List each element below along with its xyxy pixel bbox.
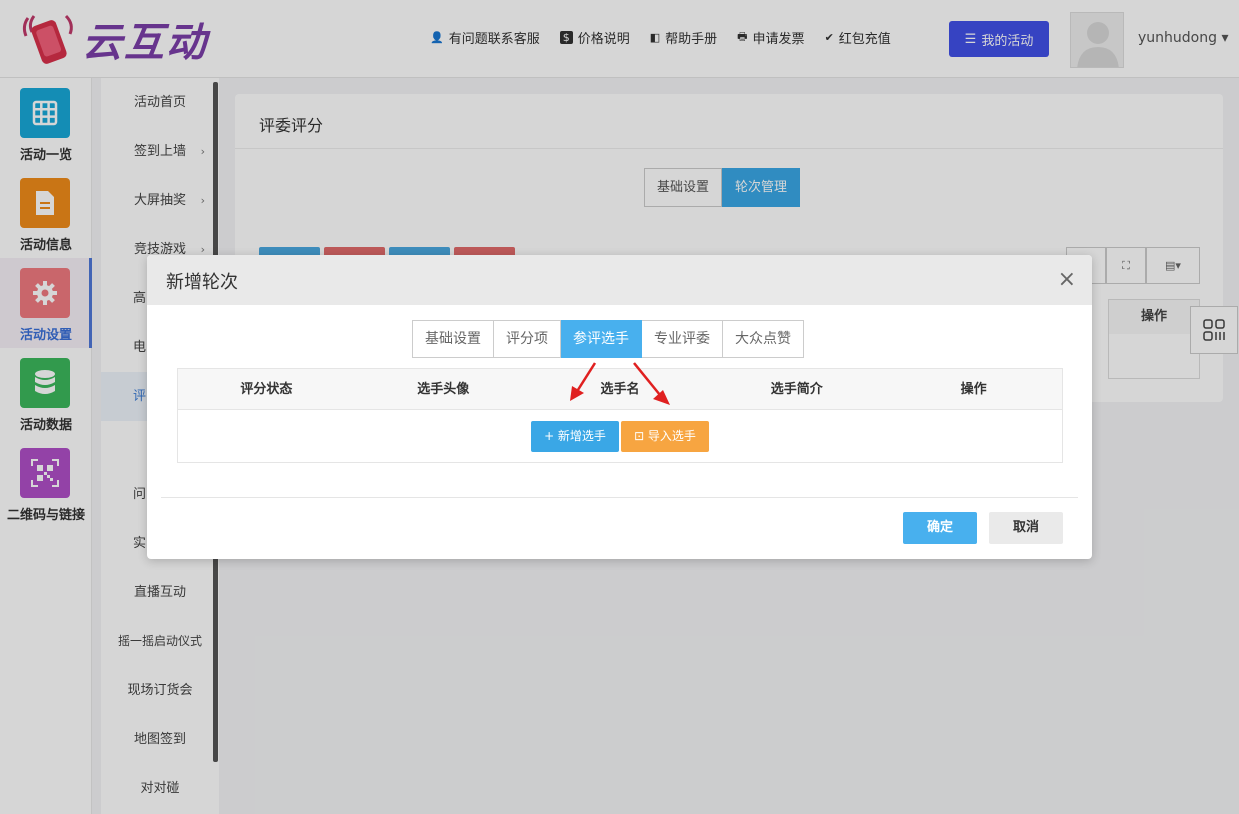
close-icon[interactable]: ×: [1058, 267, 1076, 292]
column-header: 评分状态: [240, 382, 293, 397]
modal-header: 新增轮次 ×: [147, 255, 1092, 305]
column-header: 操作: [960, 382, 987, 397]
modal-tabs: 基础设置 评分项 参评选手 专业评委 大众点赞: [412, 320, 804, 358]
add-player-button[interactable]: + 新增选手: [531, 421, 619, 452]
divider: [161, 497, 1078, 498]
tab-contestants[interactable]: 参评选手: [561, 320, 642, 358]
tab-public-likes[interactable]: 大众点赞: [723, 320, 804, 358]
tab-expert-judges[interactable]: 专业评委: [642, 320, 723, 358]
modal-title: 新增轮次: [166, 272, 238, 293]
tab-score-items[interactable]: 评分项: [494, 320, 561, 358]
confirm-button[interactable]: 确定: [903, 512, 977, 544]
column-header: 选手头像: [417, 382, 470, 397]
annotation-arrows-icon: [570, 362, 670, 405]
cancel-button[interactable]: 取消: [989, 512, 1063, 544]
tab-basic-settings[interactable]: 基础设置: [412, 320, 494, 358]
column-header: 选手简介: [770, 382, 823, 397]
import-player-button[interactable]: ⊡ 导入选手: [621, 421, 709, 452]
